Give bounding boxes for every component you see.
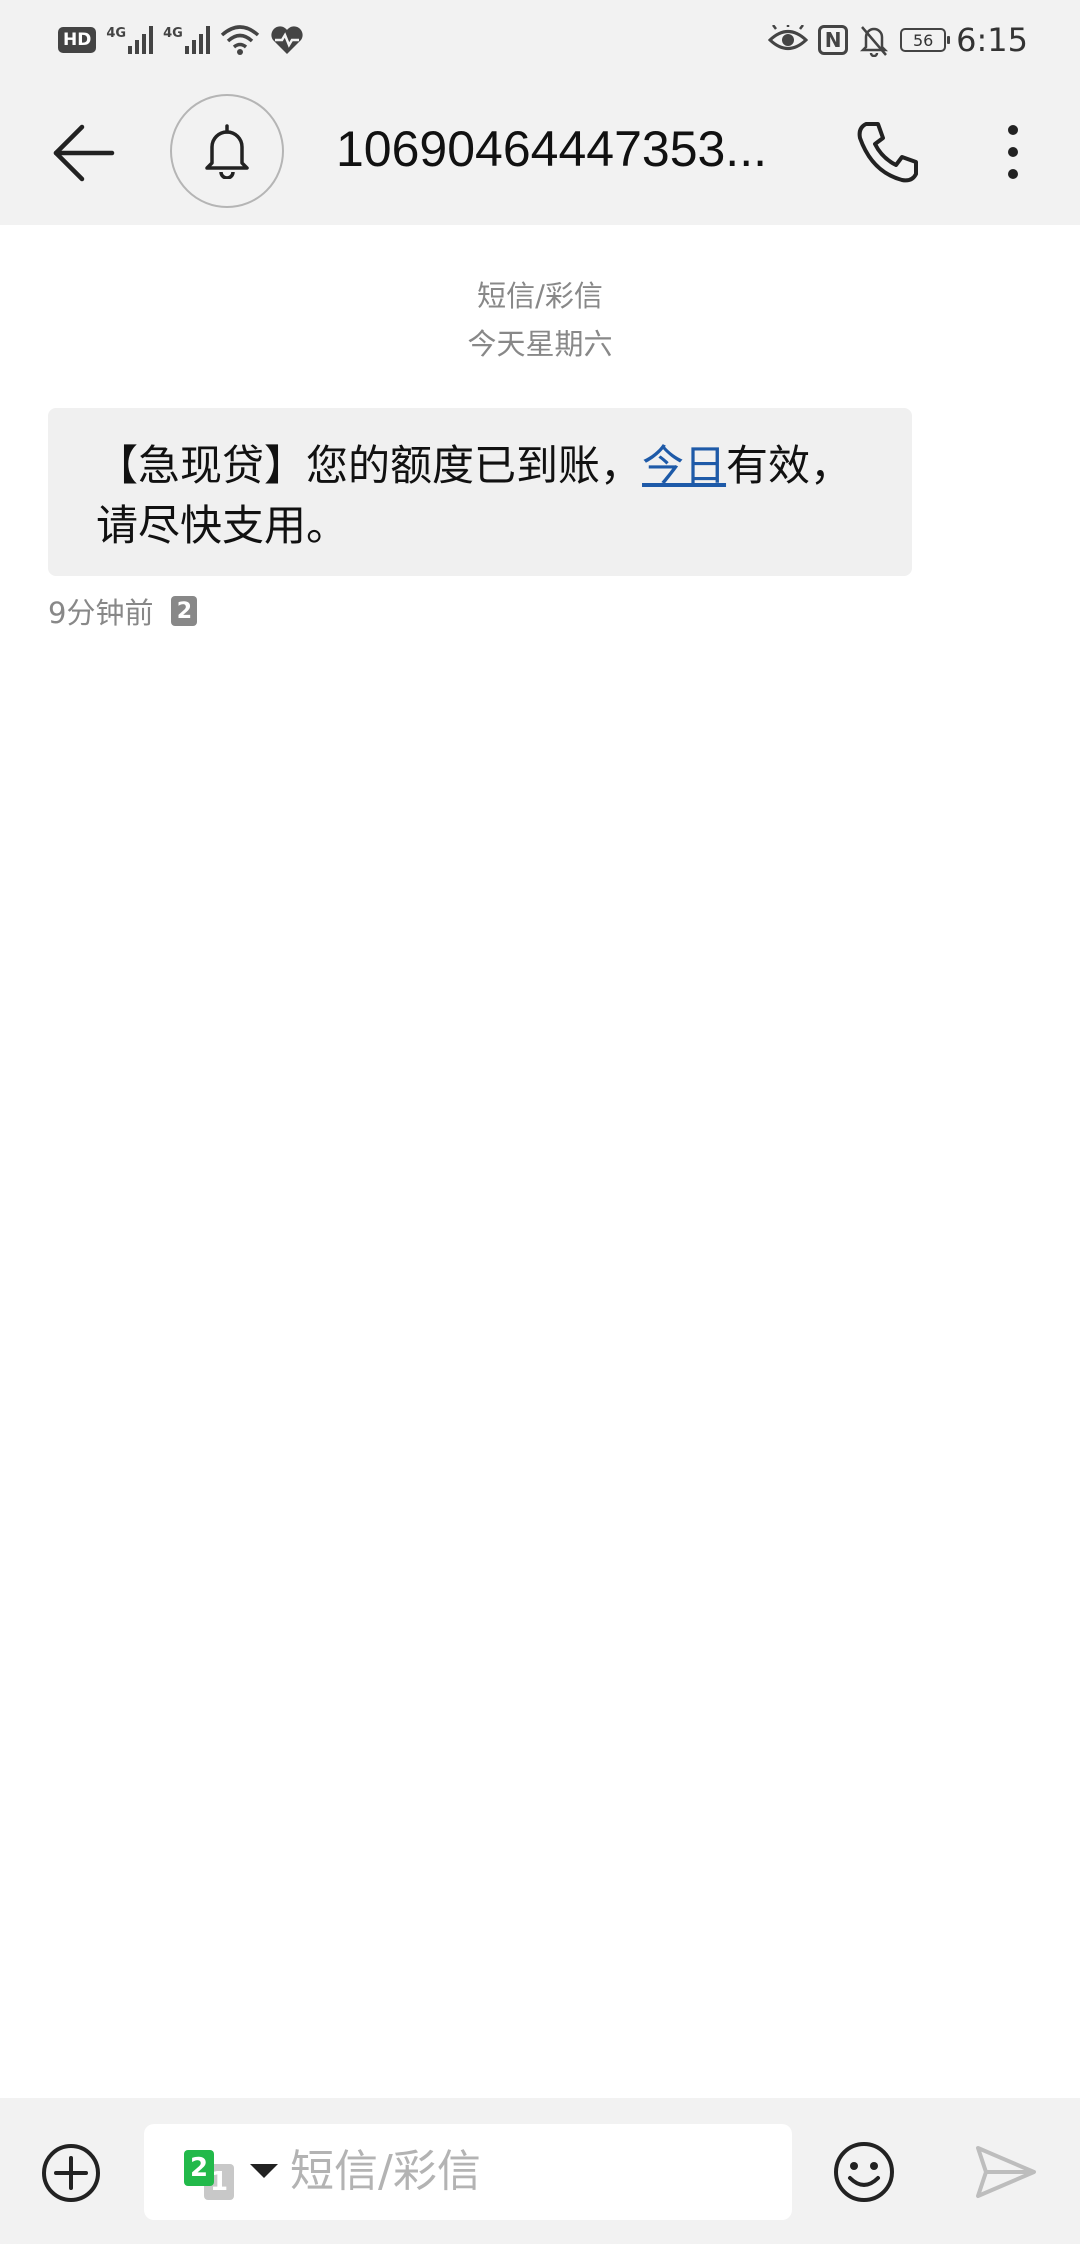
- message-text: 【急现贷】您的额度已到账，: [96, 441, 643, 490]
- message-input[interactable]: 1 2 短信/彩信: [144, 2124, 792, 2220]
- conversation-header: 10690464447353...: [0, 80, 1080, 225]
- conversation-info: 短信/彩信 今天星期六: [0, 272, 1080, 368]
- chevron-down-icon: [250, 2164, 278, 2178]
- eye-comfort-icon: [768, 25, 809, 50]
- signal-sim1-icon: 4G: [106, 26, 154, 54]
- sim2-icon: 2: [184, 2150, 214, 2186]
- bell-icon: [205, 124, 249, 179]
- battery-icon: 56: [900, 28, 951, 52]
- status-right: N 56 6:15: [768, 20, 1028, 60]
- channel-label: 短信/彩信: [477, 279, 603, 313]
- date-label: 今天星期六: [467, 327, 613, 361]
- composer-bar: 1 2 短信/彩信: [0, 2098, 1080, 2244]
- send-icon[interactable]: [974, 2142, 1038, 2202]
- status-time: 6:15: [956, 21, 1028, 59]
- emoji-icon[interactable]: [832, 2140, 896, 2204]
- sim-card-icon: 2: [171, 596, 198, 626]
- message-input-placeholder: 短信/彩信: [290, 2146, 481, 2197]
- bell-off-icon: [860, 26, 889, 57]
- hd-badge: HD: [58, 27, 97, 53]
- contact-avatar[interactable]: [170, 94, 284, 208]
- sim-select-dropdown[interactable]: 1 2: [184, 2146, 284, 2202]
- heart-rate-icon: [271, 26, 303, 54]
- wifi-icon: [220, 25, 259, 55]
- message-link[interactable]: 今日: [642, 441, 726, 490]
- message-meta: 9分钟前 2: [48, 590, 198, 632]
- status-left: HD 4G 4G: [58, 20, 314, 60]
- message-time: 9分钟前: [48, 596, 154, 630]
- network-label: 4G: [163, 26, 183, 41]
- back-arrow-icon[interactable]: [48, 118, 118, 188]
- more-options-button[interactable]: [988, 116, 1038, 188]
- message-bubble[interactable]: 【急现贷】您的额度已到账，今日有效，请尽快支用。: [48, 408, 912, 576]
- nfc-icon: N: [818, 25, 849, 55]
- status-bar: HD 4G 4G N 56 6:15: [0, 0, 1080, 80]
- network-label: 4G: [106, 26, 127, 41]
- phone-icon[interactable]: [852, 116, 924, 188]
- battery-level: 56: [912, 30, 934, 50]
- add-icon[interactable]: [40, 2142, 102, 2204]
- signal-sim2-icon: 4G: [163, 26, 210, 54]
- contact-name[interactable]: 10690464447353...: [336, 120, 796, 178]
